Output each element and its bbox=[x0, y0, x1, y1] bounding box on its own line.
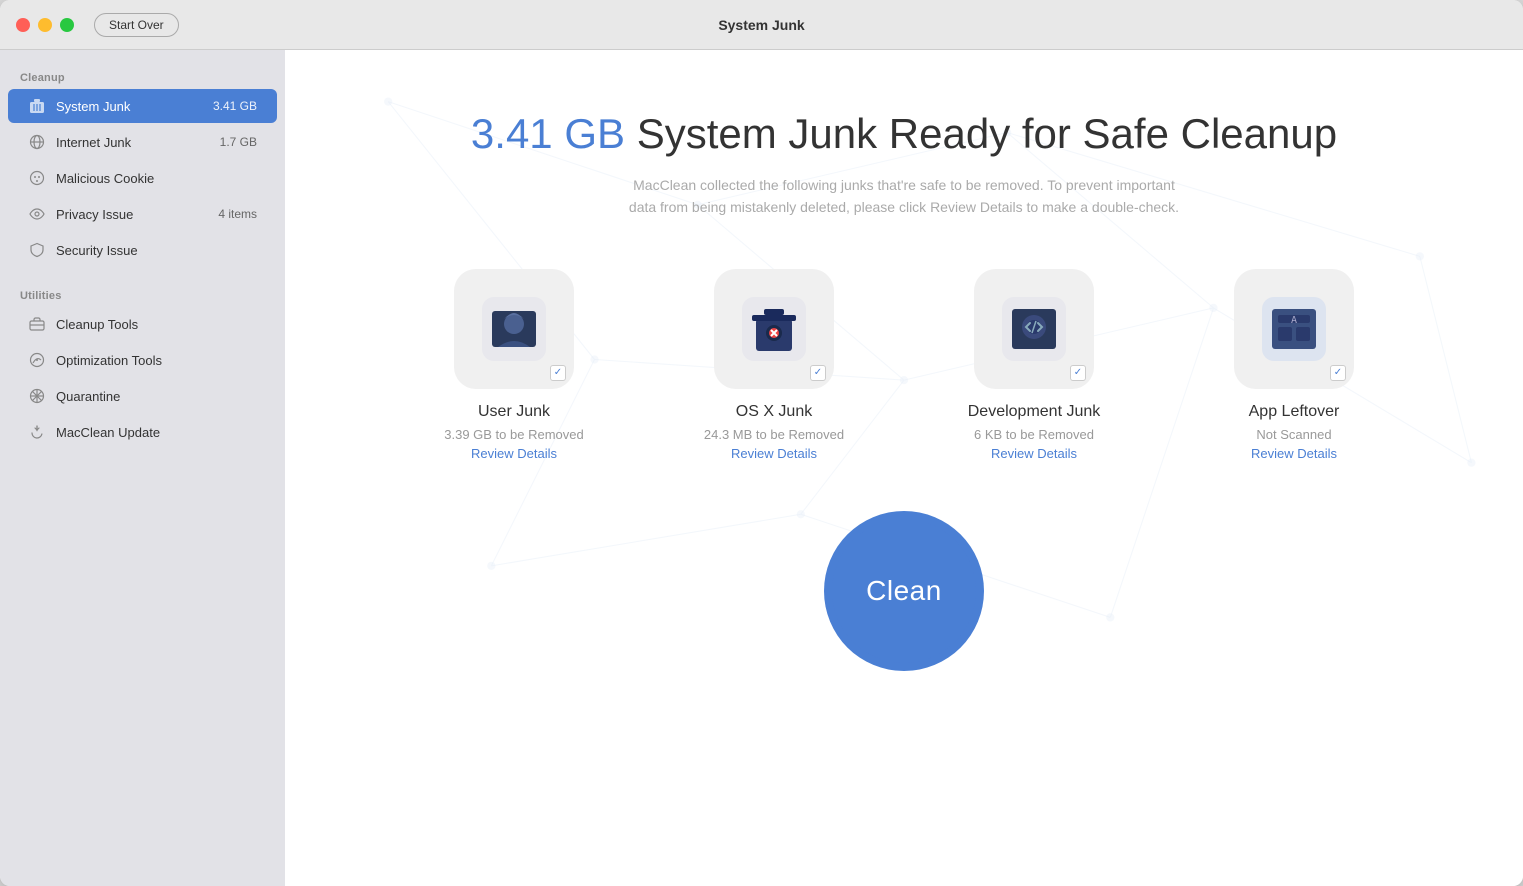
globe-icon bbox=[28, 133, 46, 151]
svg-text:A: A bbox=[1291, 315, 1297, 326]
development-junk-icon-wrap: ✓ bbox=[974, 269, 1094, 389]
close-button[interactable] bbox=[16, 18, 30, 32]
osx-junk-title: OS X Junk bbox=[736, 403, 812, 421]
card-development-junk: ✓ Development Junk 6 KB to be Removed Re… bbox=[924, 269, 1144, 461]
development-junk-size: 6 KB to be Removed bbox=[974, 427, 1094, 442]
user-junk-checkbox[interactable]: ✓ bbox=[550, 365, 566, 381]
optimization-tools-label: Optimization Tools bbox=[56, 353, 257, 368]
trash-icon bbox=[28, 97, 46, 115]
development-junk-title: Development Junk bbox=[968, 403, 1101, 421]
main-subtitle: MacClean collected the following junks t… bbox=[624, 174, 1184, 219]
minimize-button[interactable] bbox=[38, 18, 52, 32]
sidebar-item-optimization-tools[interactable]: Optimization Tools bbox=[8, 343, 277, 377]
update-icon bbox=[28, 423, 46, 441]
user-junk-title: User Junk bbox=[478, 403, 550, 421]
app-leftover-icon-wrap: A ✓ bbox=[1234, 269, 1354, 389]
privacy-issue-label: Privacy Issue bbox=[56, 207, 218, 222]
privacy-issue-badge: 4 items bbox=[218, 207, 257, 221]
start-over-button[interactable]: Start Over bbox=[94, 13, 179, 37]
cards-row: ✓ User Junk 3.39 GB to be Removed Review… bbox=[404, 269, 1404, 461]
briefcase-icon bbox=[28, 315, 46, 333]
window-title: System Junk bbox=[718, 17, 804, 33]
sidebar-item-quarantine[interactable]: Quarantine bbox=[8, 379, 277, 413]
development-junk-link[interactable]: Review Details bbox=[991, 446, 1077, 461]
macclean-update-label: MacClean Update bbox=[56, 425, 257, 440]
sidebar-item-security-issue[interactable]: Security Issue bbox=[8, 233, 277, 267]
main-headline: 3.41 GB System Junk Ready for Safe Clean… bbox=[471, 110, 1337, 158]
clean-button[interactable]: Clean bbox=[824, 511, 984, 671]
sidebar-item-cleanup-tools[interactable]: Cleanup Tools bbox=[8, 307, 277, 341]
system-junk-label: System Junk bbox=[56, 99, 213, 114]
card-user-junk: ✓ User Junk 3.39 GB to be Removed Review… bbox=[404, 269, 624, 461]
sidebar: Cleanup System Junk 3.41 GB bbox=[0, 50, 285, 886]
user-junk-icon-wrap: ✓ bbox=[454, 269, 574, 389]
body-area: Cleanup System Junk 3.41 GB bbox=[0, 50, 1523, 886]
sidebar-item-macclean-update[interactable]: MacClean Update bbox=[8, 415, 277, 449]
app-window: Start Over System Junk Cleanup System Ju… bbox=[0, 0, 1523, 886]
dev-junk-checkbox[interactable]: ✓ bbox=[1070, 365, 1086, 381]
system-junk-badge: 3.41 GB bbox=[213, 99, 257, 113]
card-osx-junk: ✓ OS X Junk 24.3 MB to be Removed Review… bbox=[664, 269, 884, 461]
sidebar-item-malicious-cookie[interactable]: Malicious Cookie bbox=[8, 161, 277, 195]
headline-accent: 3.41 GB bbox=[471, 110, 625, 157]
user-junk-size: 3.39 GB to be Removed bbox=[444, 427, 583, 442]
osx-junk-link[interactable]: Review Details bbox=[731, 446, 817, 461]
cleanup-tools-label: Cleanup Tools bbox=[56, 317, 257, 332]
cleanup-section-label: Cleanup bbox=[0, 66, 285, 88]
sidebar-item-system-junk[interactable]: System Junk 3.41 GB bbox=[8, 89, 277, 123]
titlebar: Start Over System Junk bbox=[0, 0, 1523, 50]
sidebar-item-internet-junk[interactable]: Internet Junk 1.7 GB bbox=[8, 125, 277, 159]
quarantine-icon bbox=[28, 387, 46, 405]
osx-junk-icon-wrap: ✓ bbox=[714, 269, 834, 389]
security-issue-label: Security Issue bbox=[56, 243, 257, 258]
maximize-button[interactable] bbox=[60, 18, 74, 32]
app-leftover-link[interactable]: Review Details bbox=[1251, 446, 1337, 461]
app-leftover-checkbox[interactable]: ✓ bbox=[1330, 365, 1346, 381]
malicious-cookie-label: Malicious Cookie bbox=[56, 171, 257, 186]
utilities-section-label: Utilities bbox=[0, 284, 285, 306]
content-area: 3.41 GB System Junk Ready for Safe Clean… bbox=[285, 50, 1523, 671]
sidebar-item-privacy-issue[interactable]: Privacy Issue 4 items bbox=[8, 197, 277, 231]
headline-rest: System Junk Ready for Safe Cleanup bbox=[625, 110, 1337, 157]
cookie-icon bbox=[28, 169, 46, 187]
traffic-lights bbox=[16, 18, 74, 32]
osx-junk-size: 24.3 MB to be Removed bbox=[704, 427, 844, 442]
card-app-leftover: A ✓ App Leftover Not Scanned Review Deta… bbox=[1184, 269, 1404, 461]
eye-icon bbox=[28, 205, 46, 223]
app-leftover-title: App Leftover bbox=[1249, 403, 1340, 421]
internet-junk-label: Internet Junk bbox=[56, 135, 220, 150]
user-junk-link[interactable]: Review Details bbox=[471, 446, 557, 461]
osx-junk-checkbox[interactable]: ✓ bbox=[810, 365, 826, 381]
gauge-icon bbox=[28, 351, 46, 369]
internet-junk-badge: 1.7 GB bbox=[220, 135, 257, 149]
main-content: 3.41 GB System Junk Ready for Safe Clean… bbox=[285, 50, 1523, 886]
shield-icon bbox=[28, 241, 46, 259]
app-leftover-size: Not Scanned bbox=[1256, 427, 1331, 442]
quarantine-label: Quarantine bbox=[56, 389, 257, 404]
